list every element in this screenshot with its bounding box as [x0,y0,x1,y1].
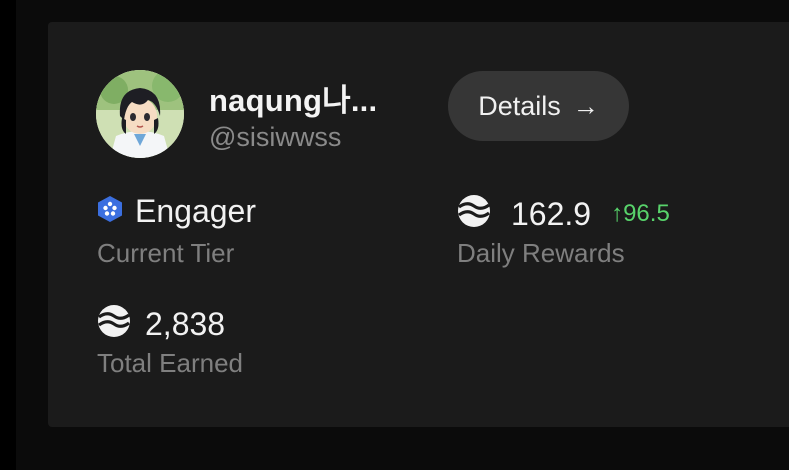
token-wave-icon [457,194,491,236]
daily-rewards-change: ↑96.5 [611,200,670,227]
details-button[interactable]: Details → [448,71,629,141]
tier-stat: Engager [97,192,256,231]
token-wave-icon [97,304,131,346]
tier-label: Current Tier [97,238,235,268]
arrow-right-icon: → [572,91,599,121]
total-earned-value: 2,838 [145,305,226,342]
daily-rewards-stat: 162.9 ↑96.5 [457,192,670,236]
total-earned-stat: 2,838 [97,302,225,346]
avatar [96,70,184,158]
daily-rewards-label: Daily Rewards [457,238,625,268]
details-button-label: Details [478,90,561,121]
tier-value: Engager [135,193,256,229]
page: naqung나... @sisiwwss Details → Engager C… [0,0,789,470]
total-earned-label: Total Earned [97,348,243,378]
user-handle: @sisiwwss [209,122,342,152]
display-name: naqung나... [209,83,378,118]
left-edge-panel [0,0,16,470]
tier-hexagon-icon [97,194,123,231]
daily-rewards-value: 162.9 [511,195,592,232]
